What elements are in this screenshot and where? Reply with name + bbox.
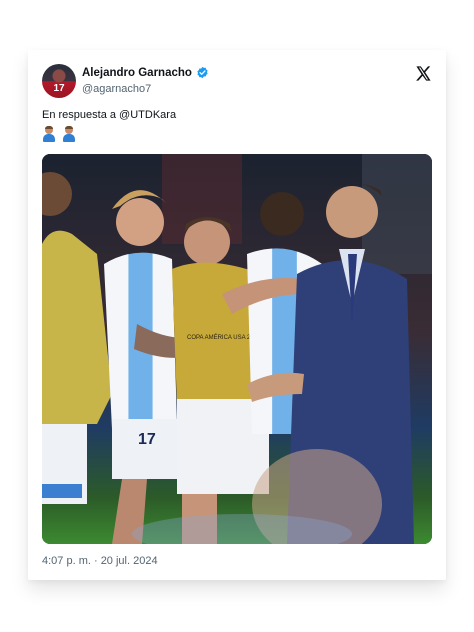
reply-context[interactable]: En respuesta a @UTDKara — [42, 109, 176, 121]
author-handle[interactable]: @agarnacho7 — [82, 83, 151, 95]
shirt-number: 17 — [138, 431, 156, 448]
man-facepalming-emoji — [42, 126, 56, 142]
author-name[interactable]: Alejandro Garnacho — [82, 67, 192, 79]
x-logo-icon[interactable] — [415, 65, 432, 82]
tweet-card: 17 Alejandro Garnacho @agarnacho7 En res… — [28, 50, 446, 580]
tweet-emojis — [42, 126, 76, 142]
tweet-timestamp[interactable]: 4:07 p. m. · 20 jul. 2024 — [42, 555, 158, 567]
celebration-photo-illustration: 17 COPA AMÉRICA USA 2024 — [42, 154, 432, 544]
author-name-row: Alejandro Garnacho — [82, 66, 209, 79]
verified-badge-icon — [197, 66, 208, 79]
tweet-photo[interactable]: 17 COPA AMÉRICA USA 2024 — [42, 154, 432, 544]
man-facepalming-emoji — [62, 126, 76, 142]
avatar-jersey-number: 17 — [53, 83, 65, 94]
author-avatar[interactable]: 17 — [42, 64, 76, 98]
